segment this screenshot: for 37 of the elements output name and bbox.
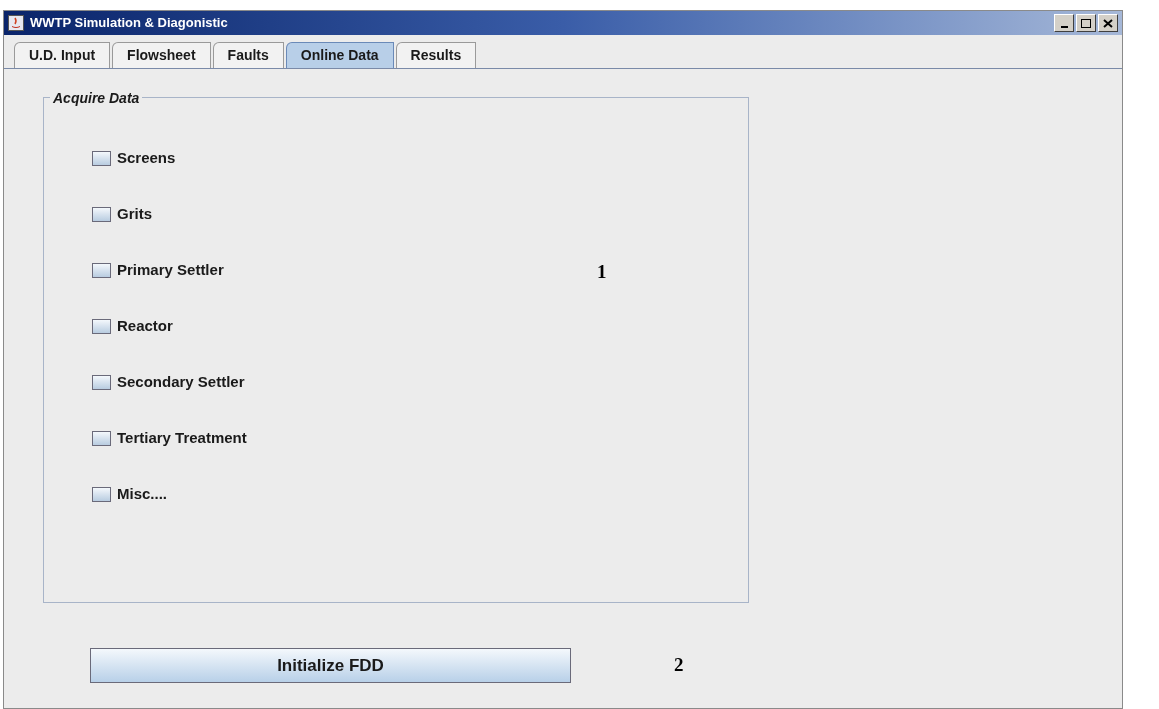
checkbox[interactable] [92, 487, 111, 502]
app-icon [8, 15, 24, 31]
checkbox-row[interactable]: Misc.... [92, 485, 168, 504]
checkbox-label: Tertiary Treatment [117, 428, 247, 449]
window-title: WWTP Simulation & Diagonistic [30, 14, 228, 33]
tab[interactable]: Results [395, 42, 477, 68]
checkbox-label: Primary Settler [117, 260, 224, 281]
tab[interactable]: Online Data [285, 42, 394, 68]
tab[interactable]: Faults [212, 42, 284, 68]
annotation-number: 1 [597, 260, 607, 284]
checkbox-row[interactable]: Grits [92, 205, 152, 224]
checkbox[interactable] [92, 375, 111, 390]
tab[interactable]: U.D. Input [14, 42, 111, 68]
initialize-button[interactable]: Initialize FDD [90, 648, 571, 683]
close-icon [1103, 18, 1113, 28]
annotation-number: 2 [674, 653, 684, 678]
maximize-button[interactable] [1076, 14, 1096, 32]
checkbox[interactable] [92, 207, 111, 222]
checkbox-label: Misc.... [117, 484, 168, 505]
tab[interactable]: Flowsheet [112, 42, 211, 68]
checkbox-row[interactable]: Tertiary Treatment [92, 429, 247, 448]
maximize-icon [1081, 18, 1091, 28]
checkbox-label: Secondary Settler [117, 372, 245, 393]
minimize-icon [1060, 25, 1068, 28]
checkbox[interactable] [92, 319, 111, 334]
checkbox-label: Reactor [117, 316, 173, 337]
checkbox-row[interactable]: Primary Settler [92, 261, 224, 280]
checkbox[interactable] [92, 431, 111, 446]
checkbox[interactable] [92, 151, 111, 166]
checkbox-row[interactable]: Screens [92, 149, 176, 168]
checkbox-label: Grits [117, 204, 152, 225]
checkbox-label: Screens [117, 148, 176, 169]
checkbox-row[interactable]: Secondary Settler [92, 373, 245, 392]
close-button[interactable] [1098, 14, 1118, 32]
checkbox-row[interactable]: Reactor [92, 317, 173, 336]
checkbox[interactable] [92, 263, 111, 278]
minimize-button[interactable] [1054, 14, 1074, 32]
